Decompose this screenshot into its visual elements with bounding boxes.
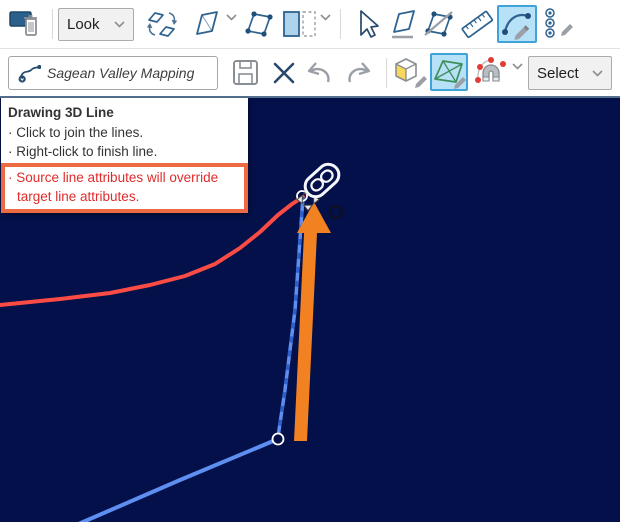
look-dropdown-label: Look	[67, 16, 100, 33]
lower-vertex-handle[interactable]	[273, 434, 284, 445]
map-canvas[interactable]: Drawing 3D Line · Click to join the line…	[0, 96, 620, 522]
redo-icon	[343, 58, 377, 88]
reshape-line-button[interactable]	[187, 6, 223, 42]
edit-vertices-icon	[243, 8, 275, 40]
redo-button[interactable]	[342, 55, 378, 91]
save-icon	[230, 57, 262, 89]
discard-edits-button[interactable]	[8, 6, 44, 42]
chevron-down-icon	[320, 14, 331, 21]
fill-template-button[interactable]	[281, 6, 321, 42]
chevron-down-icon	[592, 70, 603, 77]
draw-curve-icon	[500, 7, 534, 41]
exchange-features-button[interactable]	[144, 6, 180, 42]
toolbar-separator	[340, 9, 341, 39]
discard-edits-icon	[9, 8, 43, 40]
discard-x-icon	[269, 58, 299, 88]
toolbar-main: Look	[0, 0, 620, 49]
modify-vertices-button[interactable]	[421, 6, 457, 42]
chevron-down-icon	[114, 21, 125, 28]
line-name-field[interactable]: Sagean Valley Mapping	[8, 56, 218, 90]
reshape-dropdown-chevron[interactable]	[224, 14, 238, 34]
select-cursor-button[interactable]	[347, 6, 383, 42]
tooltip-instruction: · Click to join the lines.	[1, 123, 248, 142]
line-name-value: Sagean Valley Mapping	[47, 65, 194, 81]
draw-points-button[interactable]	[541, 6, 577, 42]
tooltip-title: Drawing 3D Line	[1, 98, 248, 123]
tooltip-warning-line1: · Source line attributes will override	[8, 168, 242, 187]
select-dropdown-label: Select	[537, 65, 579, 82]
chevron-down-icon	[226, 14, 237, 21]
toolbar-separator	[386, 58, 387, 88]
draw-points-icon	[542, 7, 576, 41]
modify-vertices-icon	[423, 8, 455, 40]
exchange-features-icon	[146, 8, 178, 40]
fill-template-icon	[282, 8, 320, 40]
select-cursor-icon	[349, 8, 381, 40]
edit-vertices-button[interactable]	[241, 6, 277, 42]
reshape-line-icon	[189, 8, 221, 40]
discard-button[interactable]	[266, 55, 302, 91]
select-dropdown[interactable]: Select	[528, 56, 612, 90]
draw-line-icon	[387, 8, 419, 40]
edit-3d-cube-icon	[392, 56, 428, 90]
drawing-tooltip: Drawing 3D Line · Click to join the line…	[1, 98, 248, 213]
undo-icon	[301, 58, 335, 88]
snapping-button[interactable]	[472, 55, 508, 91]
fill-template-dropdown-chevron[interactable]	[318, 14, 332, 34]
tooltip-warning: · Source line attributes will override t…	[1, 163, 248, 213]
toolbar-edit: Sagean Valley Mapping	[0, 49, 620, 96]
measure-ruler-button[interactable]	[459, 6, 495, 42]
snapping-magnet-icon	[472, 57, 508, 89]
line-name-curve-icon	[17, 61, 41, 85]
measure-ruler-icon	[460, 7, 494, 41]
look-dropdown[interactable]: Look	[58, 8, 134, 41]
edit-tin-surface-icon	[432, 55, 466, 89]
undo-button[interactable]	[300, 55, 336, 91]
snapping-dropdown-chevron[interactable]	[510, 63, 524, 83]
tooltip-instruction: · Right-click to finish line.	[1, 142, 248, 161]
chevron-down-icon	[512, 63, 523, 70]
draw-line-button[interactable]	[385, 6, 421, 42]
tooltip-warning-line2: target line attributes.	[8, 187, 242, 206]
edit-3d-button[interactable]	[392, 55, 428, 91]
save-button[interactable]	[228, 55, 264, 91]
application-window: Look	[0, 0, 620, 522]
toolbar-separator	[52, 9, 53, 39]
draw-curve-button-active[interactable]	[497, 5, 537, 43]
edit-tin-button-active[interactable]	[430, 53, 468, 91]
